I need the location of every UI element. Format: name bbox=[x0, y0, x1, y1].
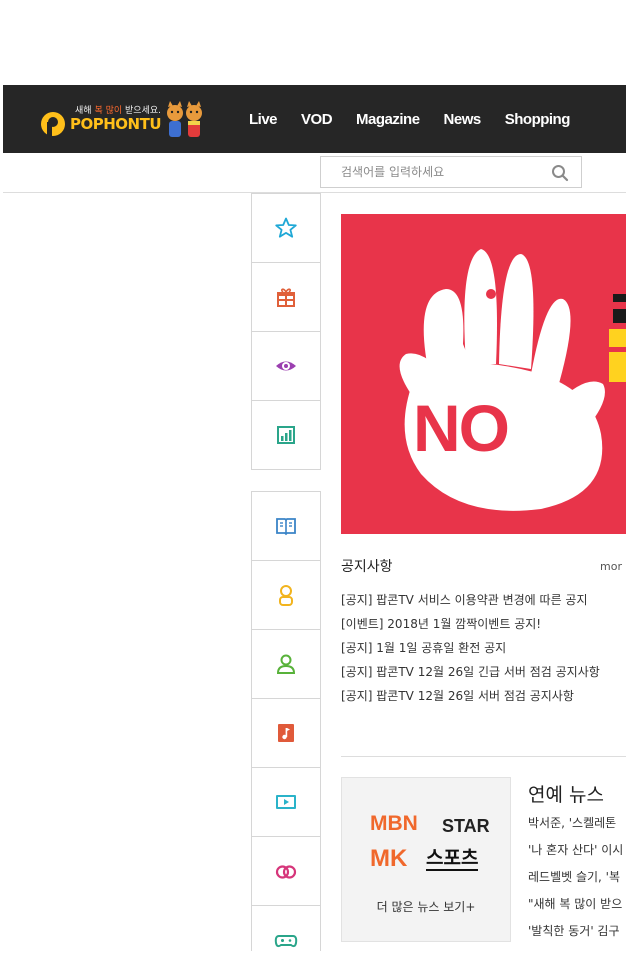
film-icon bbox=[276, 795, 296, 809]
sidebar-item-watch[interactable] bbox=[252, 332, 320, 401]
popcorntv-logo[interactable]: 새해 복 많이 받으세요. POPHONTU bbox=[40, 101, 210, 139]
star-logo: STAR bbox=[442, 816, 490, 836]
sidebar-item-person-yellow[interactable] bbox=[252, 561, 320, 630]
person-icon bbox=[279, 585, 293, 606]
news-item[interactable]: "새해 복 많이 받으 bbox=[528, 891, 626, 918]
notice-list: [공지] 팝콘TV 서비스 이용약관 변경에 따른 공지 [이벤트] 2018년… bbox=[341, 588, 626, 708]
mbn-logo: MBN bbox=[370, 812, 418, 835]
entertainment-news-heading: 연예 뉴스 bbox=[528, 784, 604, 806]
news-item[interactable]: 박서준, '스켈레톤 bbox=[528, 810, 626, 837]
news-partner-box[interactable]: MBN STAR MK 스포츠 더 많은 뉴스 보기+ bbox=[341, 777, 511, 942]
search-input[interactable] bbox=[339, 157, 559, 187]
logo-p-icon bbox=[41, 112, 65, 136]
notice-item[interactable]: [공지] 팝콘TV 12월 26일 긴급 서버 점검 공지사항 bbox=[341, 660, 626, 684]
logo-brand: POPHONTU bbox=[70, 115, 162, 133]
notice-heading: 공지사항 bbox=[341, 559, 393, 575]
news-item[interactable]: 레드벨벳 슬기, '복 bbox=[528, 864, 626, 891]
top-header: 새해 복 많이 받으세요. POPHONTU Live VOD Magazine… bbox=[3, 85, 626, 153]
sidebar-item-music[interactable] bbox=[252, 699, 320, 768]
sidebar-item-couple[interactable] bbox=[252, 837, 320, 906]
sidebar-item-favorites[interactable] bbox=[252, 194, 320, 263]
notice-item[interactable]: [공지] 1월 1일 공휴일 환전 공지 bbox=[341, 636, 626, 660]
promo-banner[interactable]: NO bbox=[341, 214, 626, 534]
banner-side-graphic bbox=[609, 294, 626, 382]
book-icon bbox=[276, 518, 296, 536]
notice-item[interactable]: [이벤트] 2018년 1월 깜짝이벤트 공지! bbox=[341, 612, 626, 636]
main-nav: Live VOD Magazine News Shopping bbox=[249, 85, 594, 153]
search-box bbox=[320, 156, 582, 188]
notice-item[interactable]: [공지] 팝콘TV 12월 26일 서버 점검 공지사항 bbox=[341, 684, 626, 708]
banner-no-text: NO bbox=[413, 391, 510, 465]
sidebar-group-categories bbox=[251, 491, 321, 951]
sidebar-item-ranking[interactable] bbox=[252, 401, 320, 470]
more-news-link[interactable]: 더 많은 뉴스 보기+ bbox=[342, 898, 510, 915]
eye-icon bbox=[276, 361, 296, 371]
mascot-icon bbox=[167, 101, 202, 137]
hand-icon bbox=[399, 249, 605, 511]
sidebar-item-person-green[interactable] bbox=[252, 630, 320, 699]
sidebar-item-game[interactable] bbox=[252, 906, 320, 951]
rings-icon bbox=[275, 865, 297, 879]
chart-icon bbox=[277, 426, 295, 444]
star-icon bbox=[275, 217, 297, 238]
news-item[interactable]: '나 혼자 산다' 이시 bbox=[528, 837, 626, 864]
news-item[interactable]: '발칙한 동거' 김구 bbox=[528, 918, 626, 945]
notice-more-link[interactable]: mor bbox=[600, 560, 622, 573]
sports-logo: 스포츠 bbox=[426, 847, 479, 871]
nav-news[interactable]: News bbox=[444, 111, 482, 128]
sidebar-item-gift[interactable] bbox=[252, 263, 320, 332]
nav-vod[interactable]: VOD bbox=[301, 111, 333, 128]
sidebar-group-main bbox=[251, 193, 321, 470]
person-icon bbox=[276, 654, 296, 674]
music-note-icon bbox=[278, 724, 294, 742]
notice-item[interactable]: [공지] 팝콘TV 서비스 이용약관 변경에 따른 공지 bbox=[341, 588, 626, 612]
mk-logo: MK bbox=[370, 845, 408, 872]
nav-shopping[interactable]: Shopping bbox=[505, 111, 571, 128]
nav-magazine[interactable]: Magazine bbox=[356, 111, 420, 128]
sidebar-item-video[interactable] bbox=[252, 768, 320, 837]
news-list: 박서준, '스켈레톤 '나 혼자 산다' 이시 레드벨벳 슬기, '복 "새해 … bbox=[528, 810, 626, 945]
section-divider bbox=[341, 756, 626, 757]
sidebar-item-book[interactable] bbox=[252, 492, 320, 561]
gift-icon bbox=[277, 288, 295, 307]
nav-live[interactable]: Live bbox=[249, 111, 278, 128]
gamepad-icon bbox=[274, 935, 298, 948]
search-icon[interactable] bbox=[551, 164, 569, 182]
